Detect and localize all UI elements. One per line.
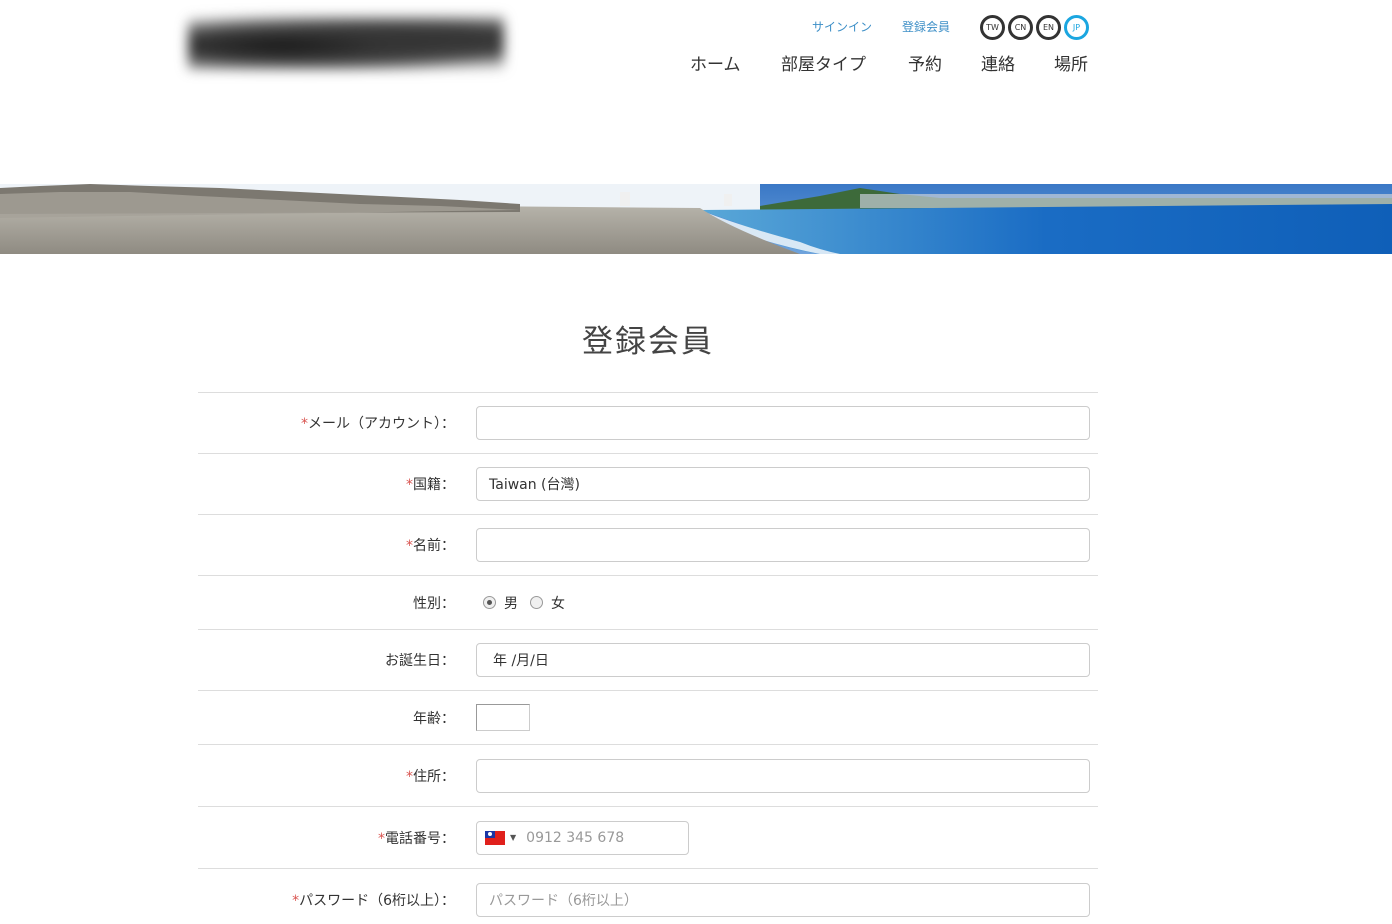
gender-radio-group: 男 女 bbox=[483, 593, 577, 613]
phone-row: *電話番号： ▼ 0912 345 678 bbox=[198, 806, 1098, 868]
gender-male-radio[interactable] bbox=[483, 596, 496, 609]
logo-image bbox=[188, 16, 504, 70]
registration-form: *メール（アカウント）： *国籍： Taiwan (台灣) *名前： 性別： 男… bbox=[198, 392, 1098, 924]
lang-cn-button[interactable]: CN bbox=[1008, 15, 1033, 40]
site-logo[interactable] bbox=[188, 16, 504, 70]
required-mark: * bbox=[301, 416, 308, 432]
password-label: *パスワード（6桁以上）： bbox=[198, 890, 461, 910]
lang-tw-button[interactable]: TW bbox=[980, 15, 1005, 40]
lang-en-button[interactable]: EN bbox=[1036, 15, 1061, 40]
address-label: *住所： bbox=[198, 766, 461, 786]
register-link[interactable]: 登録会員 bbox=[902, 18, 950, 35]
phone-label-text: 電話番号： bbox=[385, 830, 455, 847]
gender-female-radio[interactable] bbox=[530, 596, 543, 609]
password-row: *パスワード（6桁以上）： パスワード（6桁以上） bbox=[198, 868, 1098, 924]
gender-label: 性別： bbox=[413, 595, 455, 612]
name-input[interactable] bbox=[476, 528, 1090, 562]
nav-location[interactable]: 場所 bbox=[1054, 50, 1088, 75]
email-label-text: メール（アカウント）： bbox=[308, 416, 455, 432]
phone-input[interactable]: ▼ 0912 345 678 bbox=[476, 820, 689, 855]
email-input[interactable] bbox=[476, 406, 1090, 440]
language-switcher: TW CN EN JP bbox=[980, 15, 1089, 40]
name-row: *名前： bbox=[198, 514, 1098, 575]
phone-label: *電話番号： bbox=[198, 828, 461, 848]
page-title: 登録会員 bbox=[582, 324, 714, 360]
nationality-label: *国籍： bbox=[198, 474, 461, 494]
gender-female-label: 女 bbox=[551, 595, 565, 612]
birthday-row: お誕生日： 年 /月/日 bbox=[198, 629, 1098, 690]
password-label-text: パスワード（6桁以上）： bbox=[299, 892, 455, 909]
email-label: *メール（アカウント）： bbox=[198, 413, 461, 433]
gender-row: 性別： 男 女 bbox=[198, 575, 1098, 629]
email-row: *メール（アカウント）： bbox=[198, 392, 1098, 453]
password-input[interactable]: パスワード（6桁以上） bbox=[476, 882, 1090, 917]
nationality-row: *国籍： Taiwan (台灣) bbox=[198, 453, 1098, 514]
birthday-date-input[interactable]: 年 /月/日 bbox=[476, 643, 1090, 677]
required-mark: * bbox=[378, 830, 385, 847]
nationality-select[interactable]: Taiwan (台灣) bbox=[476, 467, 1090, 501]
name-label-text: 名前： bbox=[413, 538, 455, 554]
age-row: 年齢： bbox=[198, 690, 1098, 744]
nav-home[interactable]: ホーム bbox=[690, 50, 741, 75]
caret-down-icon[interactable]: ▼ bbox=[510, 833, 516, 842]
nav-reservation[interactable]: 予約 bbox=[908, 50, 942, 75]
required-mark: * bbox=[406, 477, 413, 493]
nav-contact[interactable]: 連絡 bbox=[981, 50, 1015, 75]
required-mark: * bbox=[406, 768, 413, 785]
taiwan-flag-icon[interactable] bbox=[485, 830, 505, 845]
phone-placeholder: 0912 345 678 bbox=[526, 829, 625, 846]
signin-link[interactable]: サインイン bbox=[812, 18, 872, 35]
address-row: *住所： bbox=[198, 744, 1098, 806]
beach-banner-image bbox=[0, 184, 1392, 254]
nav-room-types[interactable]: 部屋タイプ bbox=[781, 50, 866, 75]
lang-jp-button[interactable]: JP bbox=[1064, 15, 1089, 40]
address-label-text: 住所： bbox=[413, 768, 455, 785]
nationality-label-text: 国籍： bbox=[413, 477, 455, 493]
address-input[interactable] bbox=[476, 758, 1090, 793]
required-mark: * bbox=[406, 538, 413, 554]
name-label: *名前： bbox=[198, 535, 461, 555]
age-input[interactable] bbox=[476, 704, 530, 731]
age-label: 年齢： bbox=[413, 710, 455, 727]
birthday-label: お誕生日： bbox=[385, 653, 455, 669]
gender-male-label: 男 bbox=[504, 595, 518, 612]
